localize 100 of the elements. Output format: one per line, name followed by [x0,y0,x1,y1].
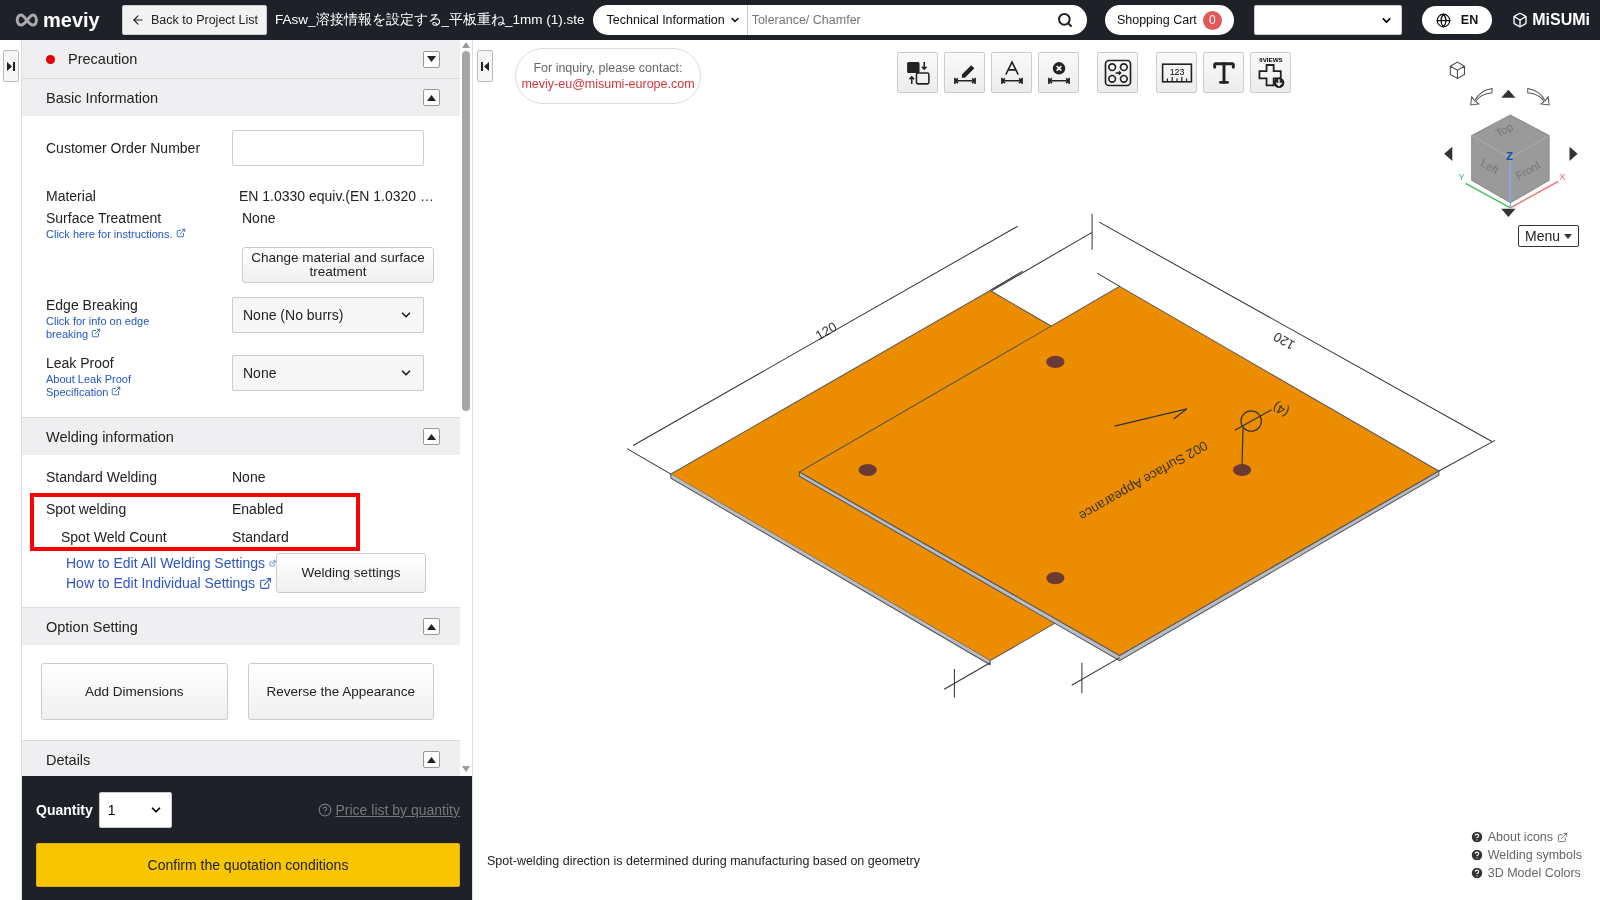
dimension-label: 120 [812,319,840,344]
ruler-label: 123 [1169,66,1184,77]
arrow-up-icon[interactable] [1501,89,1516,98]
hole-pattern-icon [1102,57,1133,88]
section-title: Welding information [46,428,175,445]
weld-spot [1046,572,1065,585]
panel-toggle[interactable] [2,50,19,82]
section-title: Precaution [68,51,139,67]
toolbar-button[interactable] [1097,52,1138,93]
option-button[interactable]: Reverse the Appearance [247,663,434,720]
caret-down-icon [427,56,436,62]
collapse-toggle[interactable] [423,751,440,768]
search-icon[interactable] [1056,12,1073,28]
dropdown-select[interactable]: None (No burrs) [232,297,424,333]
infinity-icon [14,13,40,27]
collapse-icon [481,61,489,71]
contact-text: For inquiry, please contact: [533,61,683,75]
caret-up-icon [427,433,436,440]
collapse-toggle[interactable] [423,50,440,68]
instructions-link[interactable]: Click here for instructions. [46,228,232,241]
collapse-toggle[interactable] [423,89,440,106]
price-list-link[interactable]: Price list by quantity [317,802,460,818]
axis-label: Y [1458,172,1465,183]
change-material-button[interactable]: Change material and surface treatment [242,247,434,283]
welding-settings-button[interactable]: Welding settings [276,553,426,593]
field-value: Standard [232,529,289,545]
help-link[interactable]: 3D Model Colors [1469,866,1582,880]
caret-up-icon [427,756,436,763]
external-link-icon [175,228,186,238]
help-link[interactable]: How to Edit Individual Settings [66,575,276,591]
field-value: Enabled [232,501,284,517]
help-icon [1469,848,1484,862]
external-link-icon [259,576,273,590]
info-link[interactable]: Click for info on edge breaking [46,315,156,341]
field-value: EN 1.0330 equiv.(EN 1.0320 … [237,188,434,204]
section-title: Option Setting [46,618,139,635]
note-text: Spot-welding direction is determined during manufacturing based on geometry [487,854,920,868]
external-link-icon [1557,831,1569,843]
quantity-select[interactable]: 1 [98,792,172,828]
category-select[interactable]: Technical Information [592,5,748,35]
field-label: Leak Proof [46,355,115,371]
field-label: Customer Order Number [46,140,202,156]
field-label: Spot welding [46,501,128,517]
field-label: Edge Breaking [46,297,139,313]
toolbar-button[interactable] [944,52,985,93]
dropdown-select[interactable]: None [232,355,424,391]
caret-down-icon [1564,233,1572,239]
toolbar-button[interactable] [897,52,938,93]
cube-icon[interactable] [1449,61,1466,79]
help-link[interactable]: Welding symbols [1469,848,1582,862]
info-link[interactable]: About Leak Proof Specification [46,373,156,399]
brand-text: MiSUMi [1532,11,1590,29]
field-label: Spot Weld Count [61,529,168,545]
email-link[interactable]: meviy-eu@misumi-europe.com [521,77,695,91]
shopping-cart-button[interactable]: Shopping Cart 0 [1104,5,1234,35]
field-value: None [232,469,266,485]
logo-text: meviy [43,8,100,32]
scrollbar-thumb[interactable] [462,51,470,411]
file-name: FAsw_溶接情報を設定する_平板重ね_1mm (1).ste [275,11,585,29]
scroll-up-icon[interactable] [462,42,470,48]
toolbar-button[interactable]: 123 [1156,52,1197,93]
back-button[interactable]: Back to Project List [122,5,267,35]
confirm-button[interactable]: Confirm the quotation conditions [36,843,460,887]
field-label: Surface Treatment [46,210,163,226]
expand-icon [6,61,15,71]
field-label: Standard Welding [46,469,159,485]
dimension-label: 120 [1270,328,1298,353]
weld-symbol-icon [1234,409,1273,466]
rotate-right-icon[interactable] [1527,88,1550,106]
help-link[interactable]: How to Edit All Welding Settings [66,555,276,571]
section-title: Details [46,751,92,768]
arrow-left-icon[interactable] [1444,146,1453,161]
toolbar-button[interactable] [1038,52,1079,93]
help-icon [1469,866,1484,880]
field-value: None [241,210,276,226]
help-icon [317,803,332,817]
section-title: Basic Information [46,89,160,106]
toolbar-button[interactable] [1203,52,1244,93]
scroll-down-icon[interactable] [462,766,470,772]
arrow-right-icon[interactable] [1569,146,1578,161]
order-number-field[interactable] [232,130,424,166]
collapse-toggle[interactable] [423,618,440,635]
toolbar-button[interactable] [991,52,1032,93]
weld-count-label: (4) [1269,399,1292,421]
rotate-left-icon[interactable] [1470,88,1493,106]
weld-spot [1232,463,1252,477]
menu-button[interactable]: Menu [1517,225,1579,247]
option-button[interactable]: Add Dimensions [41,663,228,720]
caret-up-icon [427,623,436,630]
language-button[interactable]: EN [1421,6,1493,34]
search-field[interactable]: Technical Information Tolerance/ Chamfer [592,5,1087,35]
help-link[interactable]: About icons [1469,830,1582,844]
cart-count: 0 [1202,10,1222,30]
arrow-down-icon[interactable] [1501,208,1516,217]
panel-toggle[interactable] [477,50,493,82]
field-label: Material [46,188,97,204]
weld-spot [1046,355,1065,368]
axis-label: X [1559,172,1566,183]
collapse-toggle[interactable] [423,428,440,445]
weld-spot [858,463,877,477]
